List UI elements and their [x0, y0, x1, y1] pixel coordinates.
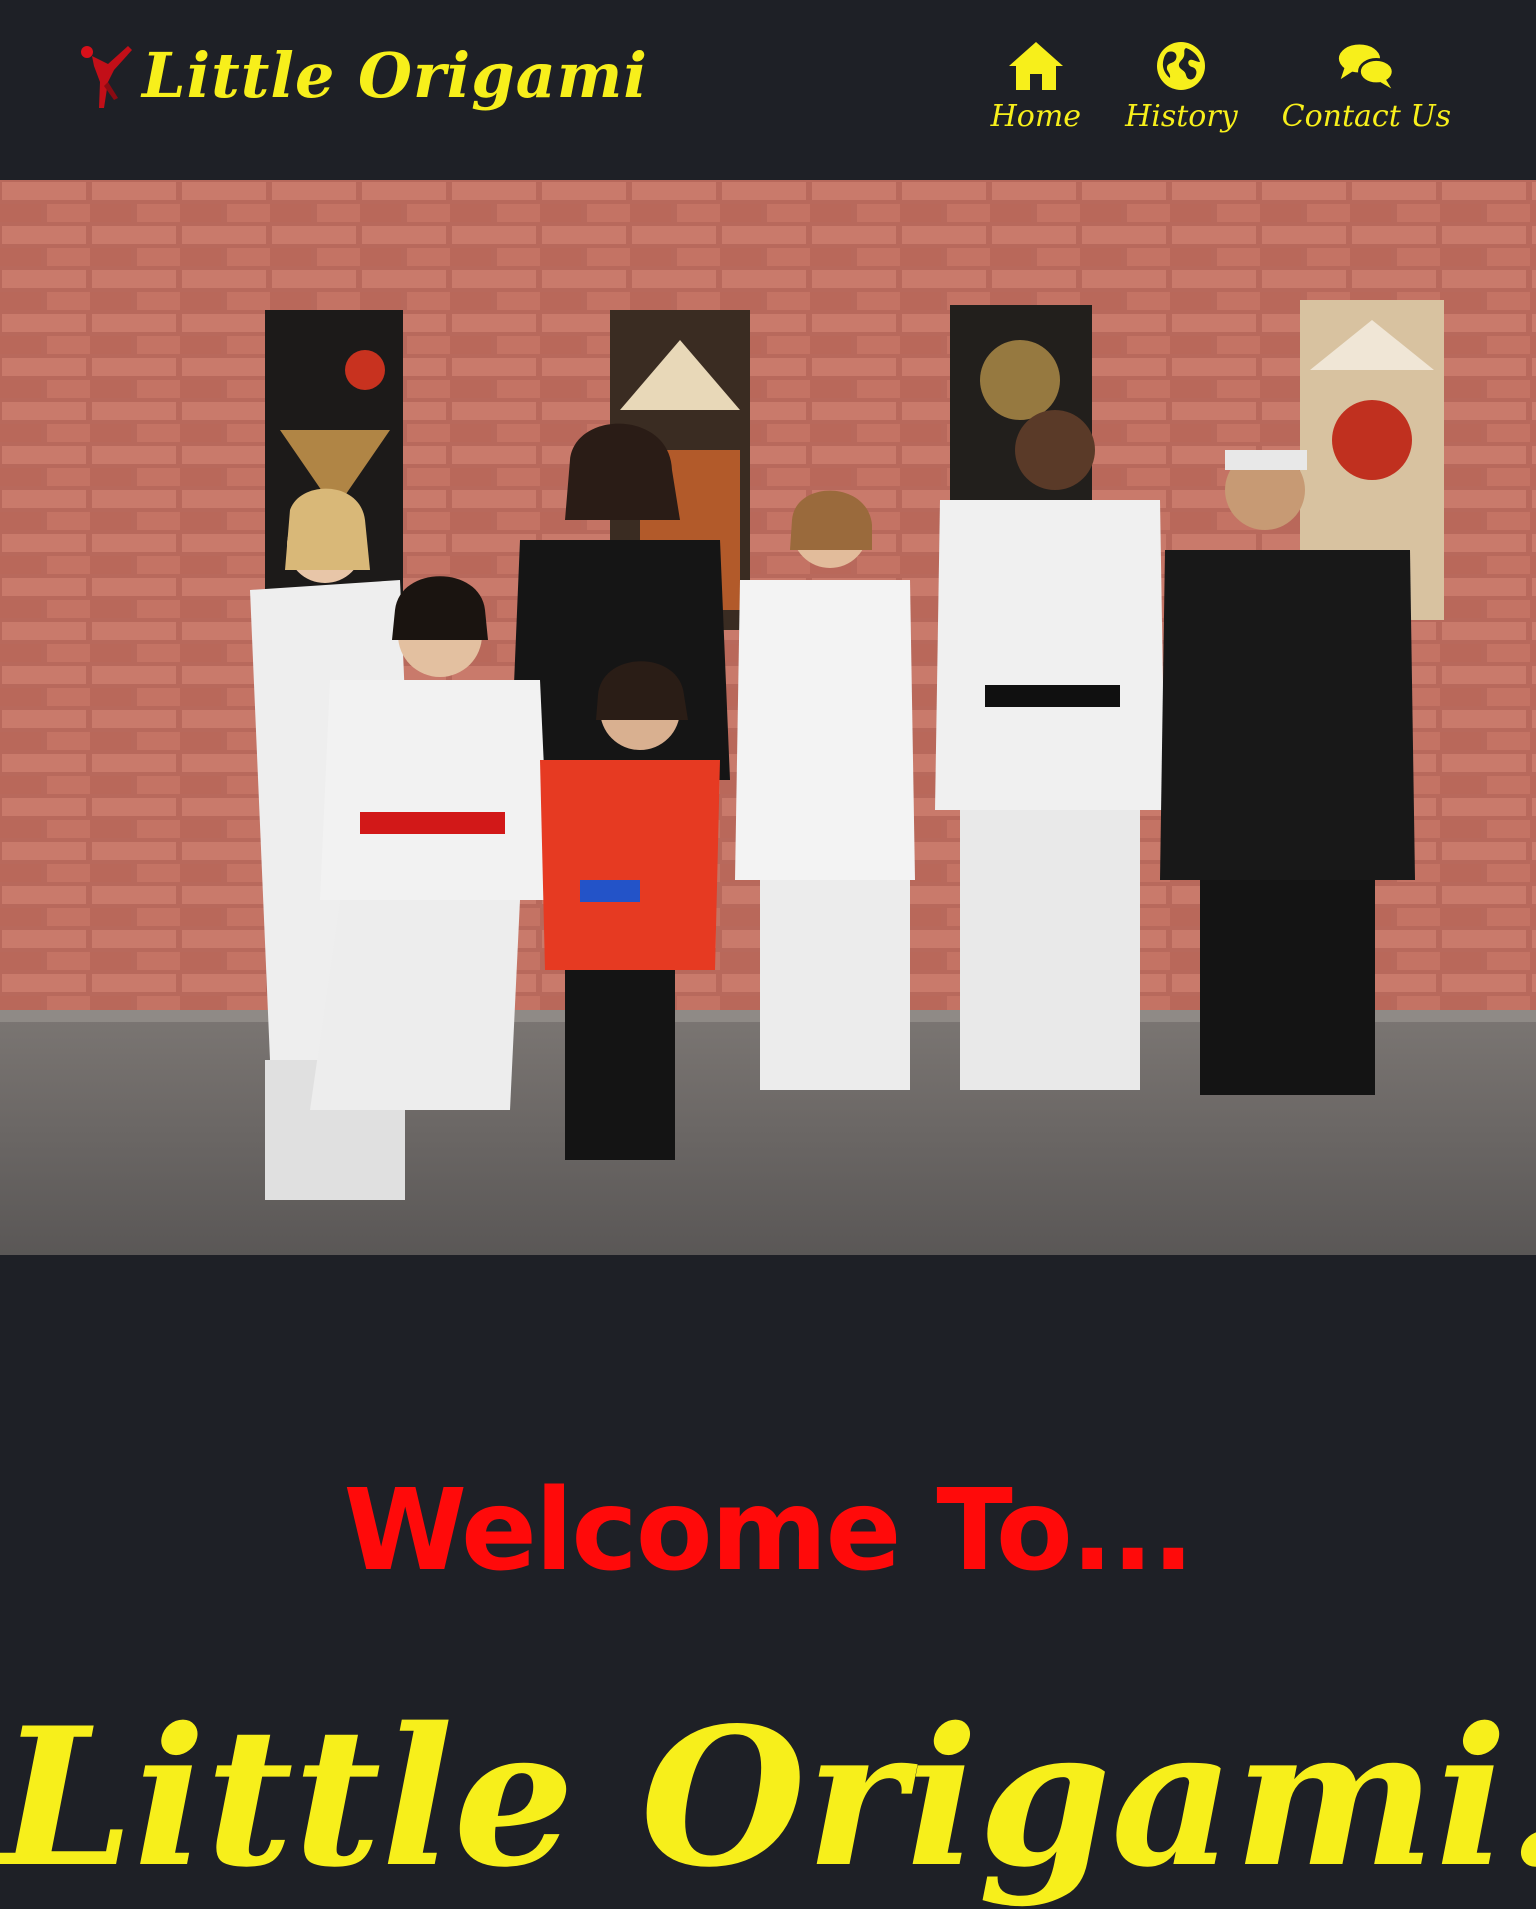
- nav-history[interactable]: History: [1125, 40, 1238, 133]
- welcome-title: Little Origami!: [0, 1685, 1536, 1909]
- welcome-heading: Welcome To...: [343, 1466, 1195, 1597]
- brand-link[interactable]: Little Origami: [78, 42, 648, 110]
- nav-history-label: History: [1125, 99, 1238, 134]
- globe-icon: [1157, 42, 1206, 90]
- home-icon: [1008, 42, 1063, 90]
- hero-photo: [0, 180, 1536, 1255]
- nav-contact-label: Contact Us: [1281, 99, 1451, 134]
- nav-contact[interactable]: Contact Us: [1282, 40, 1451, 133]
- nav-home[interactable]: Home: [991, 40, 1081, 133]
- navbar: Little Origami Home History Contact Us: [0, 0, 1536, 180]
- hero-carousel[interactable]: [0, 180, 1536, 1255]
- nav-home-label: Home: [990, 99, 1082, 134]
- main-nav: Home History Contact Us: [991, 40, 1451, 133]
- chat-bubbles-icon: [1339, 44, 1395, 89]
- karate-kick-icon: [81, 46, 132, 108]
- brand-name: Little Origami: [142, 39, 648, 112]
